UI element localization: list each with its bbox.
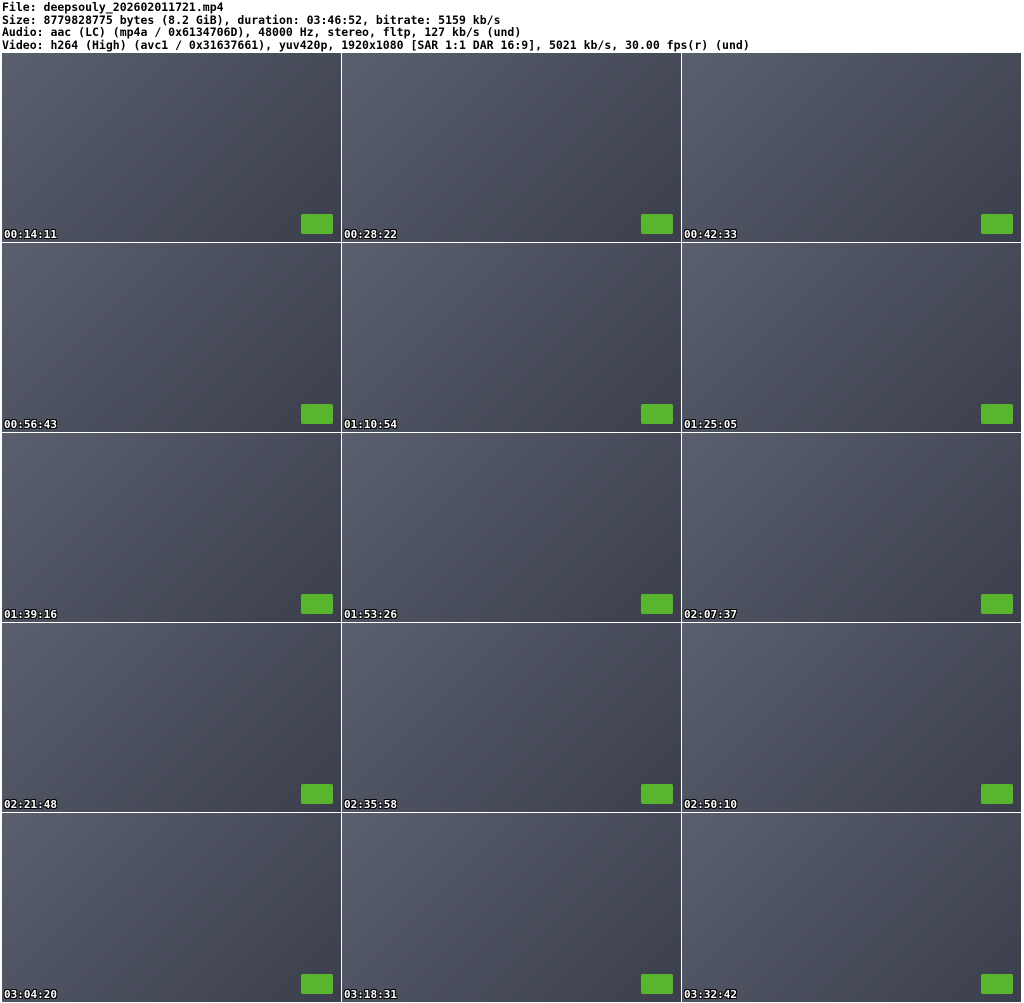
thumbnail: 01:10:54 <box>342 243 681 432</box>
thumbnail-placeholder <box>682 53 1021 242</box>
thumbnail-timestamp: 02:21:48 <box>4 798 57 811</box>
thumbnail-timestamp: 02:35:58 <box>344 798 397 811</box>
thumbnail-timestamp: 03:04:20 <box>4 988 57 1001</box>
thumbnail: 00:56:43 <box>2 243 341 432</box>
watermark-badge <box>981 974 1013 994</box>
thumbnail-placeholder <box>2 433 341 622</box>
thumbnail-placeholder <box>2 813 341 1002</box>
thumbnail: 00:28:22 <box>342 53 681 242</box>
thumbnail: 03:18:31 <box>342 813 681 1002</box>
thumbnail: 01:53:26 <box>342 433 681 622</box>
watermark-badge <box>641 974 673 994</box>
thumbnail-timestamp: 01:39:16 <box>4 608 57 621</box>
file-info-header: File: deepsouly_202602011721.mp4 Size: 8… <box>2 1 750 51</box>
thumbnail-timestamp: 01:53:26 <box>344 608 397 621</box>
watermark-badge <box>301 594 333 614</box>
watermark-badge <box>301 784 333 804</box>
watermark-badge <box>981 784 1013 804</box>
watermark-badge <box>641 214 673 234</box>
thumbnail-placeholder <box>2 53 341 242</box>
thumbnail-placeholder <box>342 623 681 812</box>
thumbnail-timestamp: 00:56:43 <box>4 418 57 431</box>
thumbnail: 02:07:37 <box>682 433 1021 622</box>
watermark-badge <box>981 404 1013 424</box>
watermark-badge <box>981 594 1013 614</box>
thumbnail-placeholder <box>682 813 1021 1002</box>
video-info: Video: h264 (High) (avc1 / 0x31637661), … <box>2 37 750 52</box>
watermark-badge <box>981 214 1013 234</box>
thumbnail: 03:32:42 <box>682 813 1021 1002</box>
thumbnail-placeholder <box>2 623 341 812</box>
thumbnail: 02:50:10 <box>682 623 1021 812</box>
thumbnail-timestamp: 00:14:11 <box>4 228 57 241</box>
watermark-badge <box>301 214 333 234</box>
thumbnail: 02:35:58 <box>342 623 681 812</box>
watermark-badge <box>641 784 673 804</box>
watermark-badge <box>641 594 673 614</box>
thumbnail: 00:14:11 <box>2 53 341 242</box>
thumbnail-timestamp: 02:50:10 <box>684 798 737 811</box>
watermark-badge <box>301 404 333 424</box>
thumbnail-placeholder <box>2 243 341 432</box>
thumbnail-timestamp: 03:32:42 <box>684 988 737 1001</box>
thumbnail-timestamp: 00:42:33 <box>684 228 737 241</box>
thumbnail: 01:39:16 <box>2 433 341 622</box>
thumbnail-timestamp: 01:10:54 <box>344 418 397 431</box>
thumbnail-placeholder <box>342 813 681 1002</box>
thumbnail-timestamp: 03:18:31 <box>344 988 397 1001</box>
thumbnail-timestamp: 02:07:37 <box>684 608 737 621</box>
thumbnail: 02:21:48 <box>2 623 341 812</box>
thumbnail-placeholder <box>682 433 1021 622</box>
thumbnail: 00:42:33 <box>682 53 1021 242</box>
audio-info: Audio: aac (LC) (mp4a / 0x6134706D), 480… <box>2 25 522 39</box>
thumbnail: 01:25:05 <box>682 243 1021 432</box>
thumbnail-placeholder <box>342 243 681 432</box>
thumbnail-placeholder <box>682 243 1021 432</box>
watermark-badge <box>641 404 673 424</box>
thumbnail-timestamp: 01:25:05 <box>684 418 737 431</box>
thumbnail: 03:04:20 <box>2 813 341 1002</box>
watermark-badge <box>301 974 333 994</box>
thumbnail-placeholder <box>342 433 681 622</box>
thumbnail-placeholder <box>342 53 681 242</box>
thumbnail-placeholder <box>682 623 1021 812</box>
file-name: File: deepsouly_202602011721.mp4 <box>2 0 224 14</box>
thumbnail-grid: 00:14:11 00:28:22 00:42:33 00:56:43 01:10:54… <box>2 53 1021 1002</box>
thumbnail-timestamp: 00:28:22 <box>344 228 397 241</box>
